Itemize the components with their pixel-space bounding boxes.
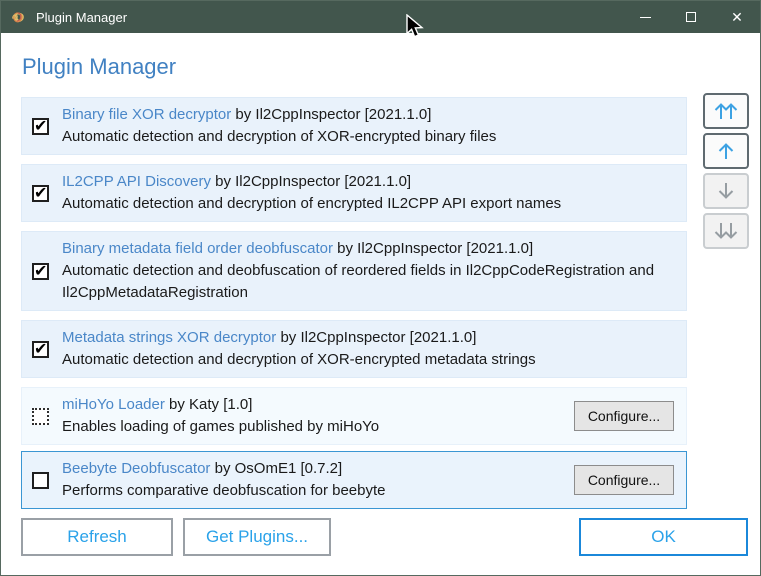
titlebar: Plugin Manager ✕ <box>1 1 760 33</box>
plugin-row-il2cpp-api-discovery[interactable]: IL2CPP API Discovery by Il2CppInspector … <box>21 164 687 222</box>
plugin-text: Beebyte Deobfuscator by OsOmE1 [0.7.2] P… <box>62 458 562 502</box>
plugin-row-beebyte-deobfuscator[interactable]: Beebyte Deobfuscator by OsOmE1 [0.7.2] P… <box>21 451 687 509</box>
move-up-button[interactable] <box>703 133 749 169</box>
plugin-description: Automatic detection and decryption of XO… <box>62 128 497 145</box>
minimize-button[interactable] <box>622 1 668 33</box>
double-up-arrow-icon <box>714 103 738 119</box>
plugin-description: Automatic detection and deobfuscation of… <box>62 262 655 301</box>
plugin-name-link[interactable]: Binary file XOR decryptor <box>62 106 231 123</box>
plugin-checkbox[interactable] <box>32 407 49 425</box>
plugin-manager-window: Plugin Manager ✕ Plugin Manager Binary f… <box>0 0 761 576</box>
plugin-byline: by Il2CppInspector [2021.1.0] <box>215 173 412 190</box>
plugin-checkbox[interactable] <box>32 183 49 203</box>
plugin-text: miHoYo Loader by Katy [1.0] Enables load… <box>62 394 562 438</box>
minimize-icon <box>639 16 651 18</box>
down-arrow-icon <box>718 183 734 199</box>
plugin-checkbox[interactable] <box>32 471 49 489</box>
close-icon: ✕ <box>731 9 743 25</box>
plugin-byline: by Il2CppInspector [2021.1.0] <box>280 329 477 346</box>
move-to-top-button[interactable] <box>703 93 749 129</box>
plugin-row-binary-metadata-field-order-deobfuscator[interactable]: Binary metadata field order deobfuscator… <box>21 231 687 311</box>
window-controls: ✕ <box>622 1 760 33</box>
app-icon <box>12 11 24 22</box>
configure-button[interactable]: Configure... <box>574 465 674 495</box>
plugin-description: Performs comparative deobfuscation for b… <box>62 482 386 499</box>
footer-button-bar: Refresh Get Plugins... OK <box>21 518 748 556</box>
plugin-text: Binary metadata field order deobfuscator… <box>62 238 674 304</box>
ok-button[interactable]: OK <box>579 518 748 556</box>
plugin-name-link[interactable]: miHoYo Loader <box>62 396 165 413</box>
plugin-text: Metadata strings XOR decryptor by Il2Cpp… <box>62 327 674 371</box>
get-plugins-button[interactable]: Get Plugins... <box>183 518 331 556</box>
move-down-button[interactable] <box>703 173 749 209</box>
plugin-name-link[interactable]: Metadata strings XOR decryptor <box>62 329 276 346</box>
reorder-button-column <box>703 93 749 249</box>
plugin-name-link[interactable]: IL2CPP API Discovery <box>62 173 211 190</box>
plugin-name-link[interactable]: Binary metadata field order deobfuscator <box>62 240 333 257</box>
plugin-checkbox[interactable] <box>32 339 49 359</box>
refresh-button[interactable]: Refresh <box>21 518 173 556</box>
plugin-name-link[interactable]: Beebyte Deobfuscator <box>62 460 210 477</box>
configure-button[interactable]: Configure... <box>574 401 674 431</box>
plugin-byline: by Il2CppInspector [2021.1.0] <box>235 106 432 123</box>
page-title: Plugin Manager <box>22 54 177 79</box>
maximize-button[interactable] <box>668 1 714 33</box>
up-arrow-icon <box>718 143 734 159</box>
plugin-list: Binary file XOR decryptor by Il2CppInspe… <box>21 97 687 509</box>
plugin-byline: by Il2CppInspector [2021.1.0] <box>337 240 534 257</box>
plugin-description: Enables loading of games published by mi… <box>62 418 380 435</box>
plugin-byline: by Katy [1.0] <box>169 396 253 413</box>
maximize-icon <box>686 12 696 22</box>
plugin-text: IL2CPP API Discovery by Il2CppInspector … <box>62 171 674 215</box>
move-to-bottom-button[interactable] <box>703 213 749 249</box>
window-title: Plugin Manager <box>36 9 128 25</box>
plugin-byline: by OsOmE1 [0.7.2] <box>214 460 343 477</box>
close-button[interactable]: ✕ <box>714 1 760 33</box>
plugin-row-metadata-strings-xor-decryptor[interactable]: Metadata strings XOR decryptor by Il2Cpp… <box>21 320 687 378</box>
plugin-checkbox[interactable] <box>32 261 49 281</box>
plugin-checkbox[interactable] <box>32 116 49 136</box>
plugin-row-binary-file-xor-decryptor[interactable]: Binary file XOR decryptor by Il2CppInspe… <box>21 97 687 155</box>
double-down-arrow-icon <box>714 223 738 239</box>
plugin-text: Binary file XOR decryptor by Il2CppInspe… <box>62 104 674 148</box>
plugin-description: Automatic detection and decryption of XO… <box>62 351 536 368</box>
plugin-row-mihoyo-loader[interactable]: miHoYo Loader by Katy [1.0] Enables load… <box>21 387 687 445</box>
plugin-description: Automatic detection and decryption of en… <box>62 195 562 212</box>
